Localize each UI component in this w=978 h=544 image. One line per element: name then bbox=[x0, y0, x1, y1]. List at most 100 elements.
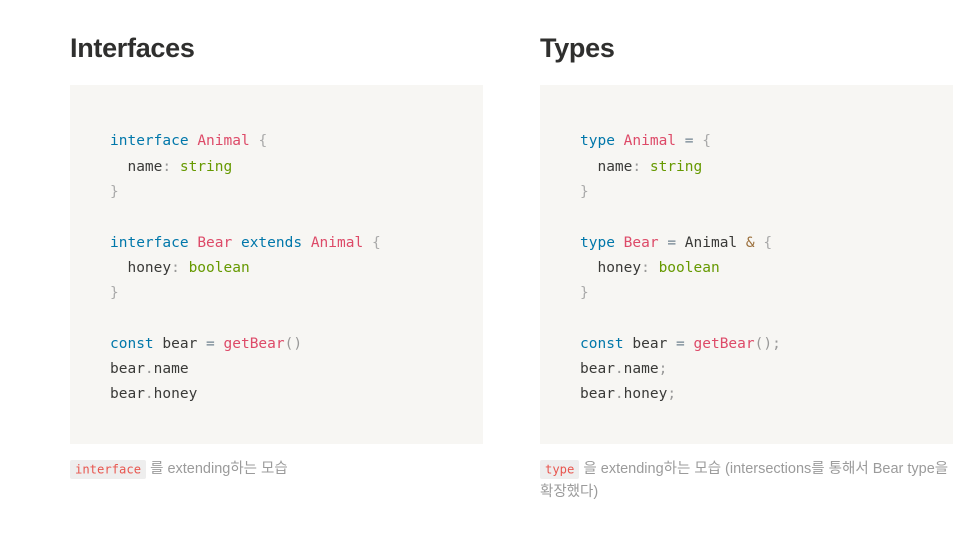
code-line: bear.name bbox=[110, 357, 483, 382]
code-line: honey: boolean bbox=[110, 256, 483, 281]
code-token: . bbox=[144, 361, 154, 378]
code-line: } bbox=[580, 180, 953, 205]
inline-code-chip-interface: interface bbox=[70, 459, 147, 479]
code-line: name: string bbox=[110, 155, 483, 180]
code-token: = bbox=[684, 133, 694, 150]
code-token: { bbox=[763, 234, 773, 251]
caption-types: type 을 extending하는 모습 (intersections를 통해… bbox=[540, 458, 950, 504]
code-line: const bear = getBear() bbox=[110, 332, 483, 357]
code-line: name: string bbox=[580, 155, 953, 180]
code-token: } bbox=[580, 183, 589, 200]
code-line: } bbox=[110, 180, 483, 205]
code-token: name bbox=[110, 158, 163, 175]
code-token: bear bbox=[580, 361, 615, 378]
page-root: Interfaces interface Animal { name: stri… bbox=[0, 0, 978, 544]
code-line: } bbox=[110, 281, 483, 306]
code-token: } bbox=[580, 285, 589, 302]
code-line: interface Bear extends Animal { bbox=[110, 231, 483, 256]
code-token: Bear bbox=[623, 234, 659, 251]
code-token: honey bbox=[110, 259, 172, 276]
code-token: type bbox=[580, 234, 615, 251]
code-token: name bbox=[580, 158, 633, 175]
code-token: = bbox=[206, 335, 215, 352]
code-token: { bbox=[702, 133, 711, 150]
code-token: : bbox=[632, 158, 642, 175]
caption-text-interfaces: 를 extending하는 모습 bbox=[146, 461, 288, 478]
inline-code-chip-type: type bbox=[540, 459, 580, 479]
code-token: bear bbox=[153, 335, 207, 352]
code-token: interface bbox=[110, 133, 189, 150]
page-title-interfaces: Interfaces bbox=[70, 33, 195, 63]
code-token: getBear bbox=[693, 335, 755, 352]
code-line: bear.honey bbox=[110, 382, 483, 407]
code-token: (); bbox=[754, 335, 781, 352]
code-token: name bbox=[153, 361, 189, 378]
code-token: } bbox=[110, 183, 119, 200]
code-token: Animal bbox=[197, 133, 250, 150]
code-line: interface Animal { bbox=[110, 129, 483, 154]
code-token: & bbox=[745, 234, 755, 251]
code-token: interface bbox=[110, 234, 189, 251]
code-line: honey: boolean bbox=[580, 256, 953, 281]
code-token: getBear bbox=[223, 335, 285, 352]
code-token: boolean bbox=[658, 259, 720, 276]
code-token: = bbox=[667, 234, 677, 251]
code-token: Animal bbox=[623, 133, 677, 150]
code-line: bear.name; bbox=[580, 357, 953, 382]
code-block-interfaces: interface Animal { name: string } interf… bbox=[70, 85, 483, 445]
code-token: { bbox=[371, 234, 381, 251]
code-token: name bbox=[623, 361, 659, 378]
code-content-interfaces: interface Animal { name: string } interf… bbox=[110, 129, 483, 407]
code-line: type Animal = { bbox=[580, 129, 953, 154]
code-token: honey bbox=[580, 259, 642, 276]
caption-interfaces: interface 를 extending하는 모습 bbox=[70, 458, 470, 481]
code-token: boolean bbox=[188, 259, 250, 276]
code-token: () bbox=[284, 335, 303, 352]
code-token: . bbox=[614, 361, 624, 378]
code-token: const bbox=[110, 335, 154, 352]
code-token: string bbox=[179, 158, 233, 175]
code-token: : bbox=[162, 158, 172, 175]
code-line: type Bear = Animal & { bbox=[580, 231, 953, 256]
column-types: Types type Animal = { name: string } typ… bbox=[540, 32, 953, 504]
code-token: bear bbox=[110, 361, 145, 378]
code-token: type bbox=[580, 133, 615, 150]
code-token: Animal bbox=[310, 234, 364, 251]
code-token: ; bbox=[658, 361, 668, 378]
code-token: : bbox=[171, 259, 180, 276]
code-token: . bbox=[614, 386, 624, 403]
comparison-columns: Interfaces interface Animal { name: stri… bbox=[70, 32, 954, 504]
code-token: extends bbox=[240, 234, 303, 251]
column-interfaces: Interfaces interface Animal { name: stri… bbox=[70, 32, 483, 504]
code-token: } bbox=[110, 285, 119, 302]
code-token: { bbox=[258, 133, 268, 150]
code-line: } bbox=[580, 281, 953, 306]
code-content-types: type Animal = { name: string } type Bear… bbox=[580, 129, 953, 407]
code-line: bear.honey; bbox=[580, 382, 953, 407]
code-token: bear bbox=[110, 386, 145, 403]
code-token: const bbox=[580, 335, 624, 352]
code-token: bear bbox=[580, 386, 615, 403]
code-token: : bbox=[641, 259, 650, 276]
caption-text-types: 을 extending하는 모습 (intersections를 통해서 Bea… bbox=[540, 461, 949, 501]
